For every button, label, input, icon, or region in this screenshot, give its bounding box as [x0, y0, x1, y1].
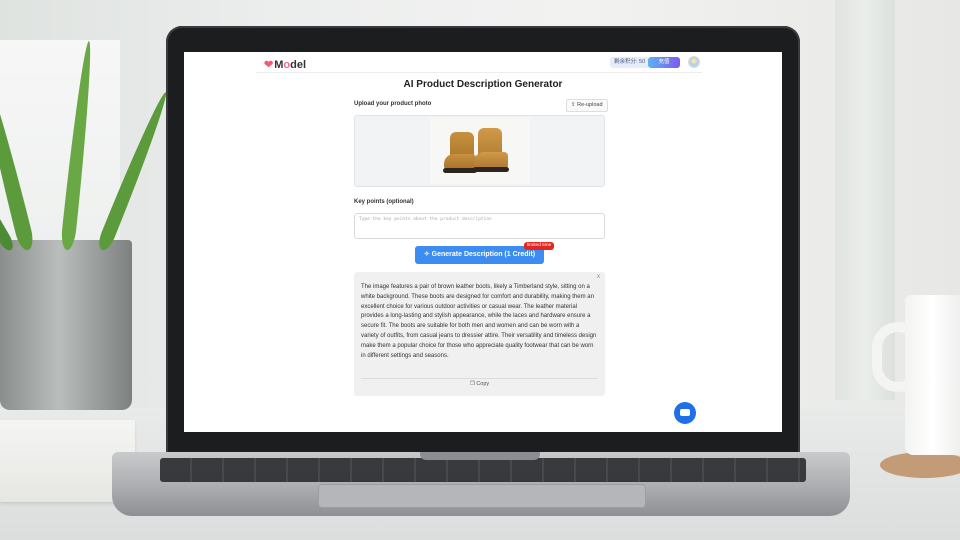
key-points-input[interactable]: Type the key points about the product de…	[354, 213, 605, 239]
close-icon[interactable]: x	[597, 274, 600, 280]
coffee-mug	[905, 295, 960, 455]
sparkle-icon: ✧	[423, 251, 430, 258]
reupload-label: Re-upload	[577, 102, 603, 108]
coaster	[880, 452, 960, 478]
boot-left-sole	[443, 168, 477, 173]
product-photo	[430, 118, 530, 184]
generated-description-panel: x The image features a pair of brown lea…	[354, 272, 605, 396]
copy-icon: ❐	[469, 381, 475, 387]
laptop-keyboard	[160, 458, 806, 482]
generated-description-text: The image features a pair of brown leath…	[361, 284, 597, 359]
laptop-trackpad	[318, 484, 646, 508]
key-points-label: Key points (optional)	[354, 199, 414, 205]
limited-time-badge: limited time	[524, 242, 555, 250]
user-avatar[interactable]	[688, 56, 700, 68]
chat-support-button[interactable]	[674, 402, 696, 424]
product-photo-dropzone[interactable]	[354, 115, 605, 187]
page-title: AI Product Description Generator	[403, 79, 563, 90]
laptop-screen: ❤Model 剩余积分: 50 充值 AI Product Descriptio…	[184, 52, 782, 432]
upload-icon: ⇪	[571, 102, 576, 108]
credit-balance-badge: 剩余积分: 50	[610, 57, 650, 68]
copy-button[interactable]: ❐ Copy	[354, 381, 605, 387]
generate-button-label: Generate Description (1 Credit)	[431, 251, 536, 258]
brand-logo[interactable]: ❤Model	[264, 58, 306, 71]
copy-label: Copy	[476, 381, 490, 387]
top-navigation-bar: ❤Model 剩余积分: 50 充值	[256, 56, 702, 73]
logo-text: M	[274, 59, 284, 71]
plant-pot	[0, 240, 132, 410]
logo-text-rest: del	[290, 59, 307, 71]
recharge-button[interactable]: 充值	[648, 57, 680, 68]
boot-right-sole	[473, 167, 509, 172]
divider	[361, 378, 598, 379]
laptop-hinge	[420, 452, 540, 460]
reupload-button[interactable]: ⇪ Re-upload	[566, 99, 608, 112]
upload-label: Upload your product photo	[354, 101, 432, 107]
heart-logo-icon: ❤	[264, 59, 274, 71]
